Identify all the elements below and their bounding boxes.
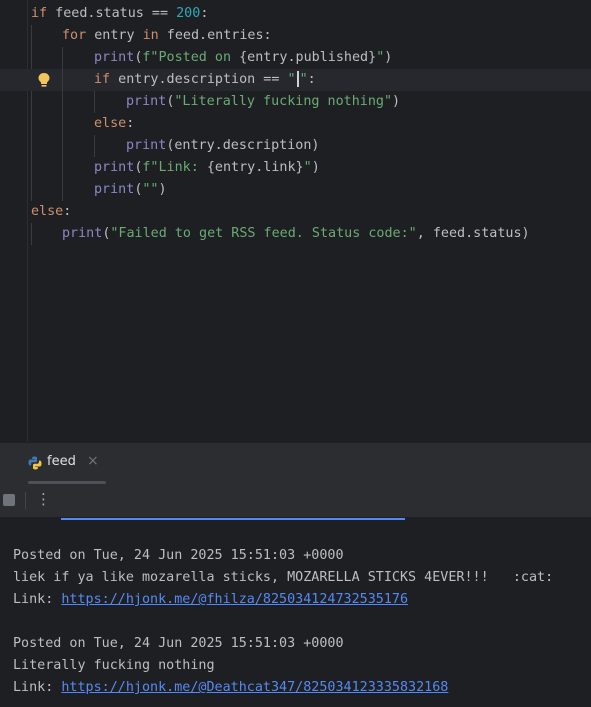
console-line: Literally fucking nothing [13,658,215,673]
code-line[interactable]: print(f"Posted on {entry.published}") [0,47,591,69]
console-line: Link: https://hjonk.me/@Deathcat347/8250… [13,680,449,695]
clipped-link-underline [61,518,405,520]
toolbar-separator [25,492,26,509]
keyword: if [31,6,48,21]
close-icon[interactable]: × [87,453,99,469]
code-editor[interactable]: if feed.status == 200: for entry in feed… [0,0,591,442]
console-line: Posted on Tue, 24 Jun 2025 15:51:03 +000… [13,636,344,651]
tab-feed[interactable]: feed × [20,443,106,484]
number-literal: 200 [176,6,201,21]
code-line[interactable]: print("Failed to get RSS feed. Status co… [0,223,591,245]
code-line[interactable]: print(entry.description) [0,135,591,157]
tool-window-header: feed × [0,442,591,484]
code-line-current[interactable]: if entry.description == " ": [0,69,591,91]
code-line[interactable]: for entry in feed.entries: [0,25,591,47]
python-icon [28,456,42,470]
console-line: Link: https://hjonk.me/@fhilza/825034124… [13,592,409,607]
console-line: liek if ya like mozarella sticks, MOZARE… [13,570,554,585]
console-link[interactable]: https://hjonk.me/@Deathcat347/8250341233… [61,680,448,695]
text-caret [296,71,299,87]
code-line[interactable]: print("Literally fucking nothing") [0,91,591,113]
console-link[interactable]: https://hjonk.me/@fhilza/825034124732535… [61,592,408,607]
more-options-icon[interactable]: ⋮ [36,490,51,508]
code-line[interactable]: if feed.status == 200: [0,3,591,25]
indent-guide [31,25,32,47]
stop-icon[interactable] [3,494,15,506]
console-output[interactable]: Posted on Tue, 24 Jun 2025 15:51:03 +000… [0,518,591,707]
code-line[interactable]: else: [0,113,591,135]
console-line: Posted on Tue, 24 Jun 2025 15:51:03 +000… [13,548,344,563]
lightbulb-icon[interactable] [37,72,51,88]
code-line[interactable]: print("") [0,179,591,201]
code-line[interactable]: print(f"Link: {entry.link}") [0,157,591,179]
code-line[interactable]: else: [0,201,591,223]
run-toolbar: ⋮ [0,484,591,518]
tab-label: feed [47,454,76,469]
